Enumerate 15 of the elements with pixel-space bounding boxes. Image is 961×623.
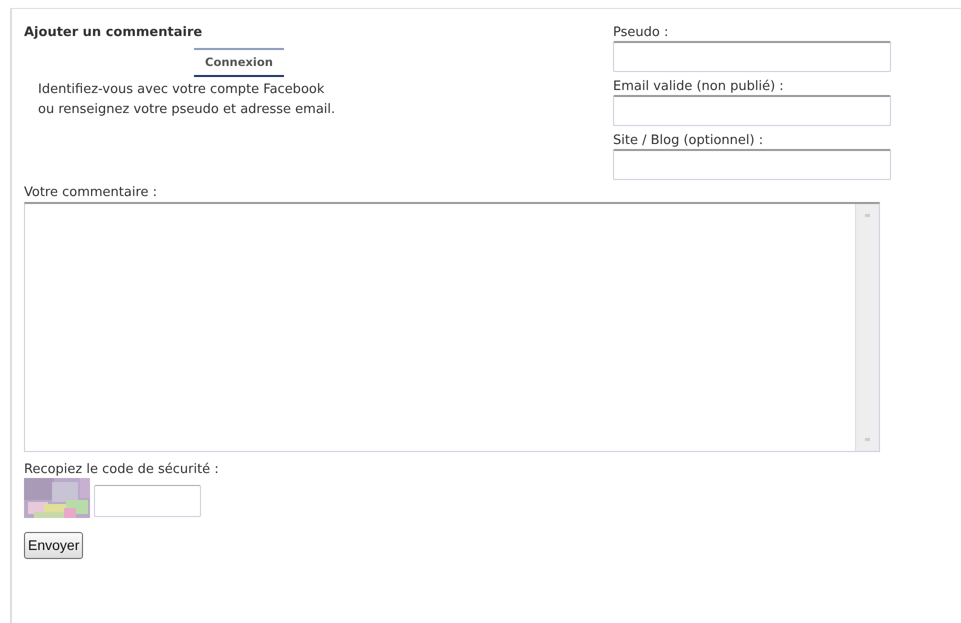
field-label: Email valide (non publié) :	[613, 79, 785, 95]
field-label: Site / Blog (optionnel) :	[613, 133, 764, 149]
scrollbar[interactable]	[855, 204, 879, 451]
field-label: Pseudo :	[613, 25, 670, 41]
submit-button[interactable]: Envoyer	[24, 532, 84, 559]
input-field[interactable]	[613, 41, 891, 72]
login-tab[interactable]: Connexion	[194, 48, 284, 77]
captcha-label: Recopiez le code de sécurité :	[24, 462, 220, 478]
input-field[interactable]	[613, 149, 891, 180]
input-field[interactable]	[613, 95, 891, 126]
comment-label: Votre commentaire :	[24, 185, 158, 201]
login-instructions: Identifiez-vous avec votre compte Facebook ou renseignez votre pseudo et adresse email.	[38, 80, 336, 119]
comment-field[interactable]	[24, 202, 880, 452]
form-heading: Ajouter un commentaire	[24, 24, 204, 42]
captcha-field[interactable]	[94, 485, 201, 517]
